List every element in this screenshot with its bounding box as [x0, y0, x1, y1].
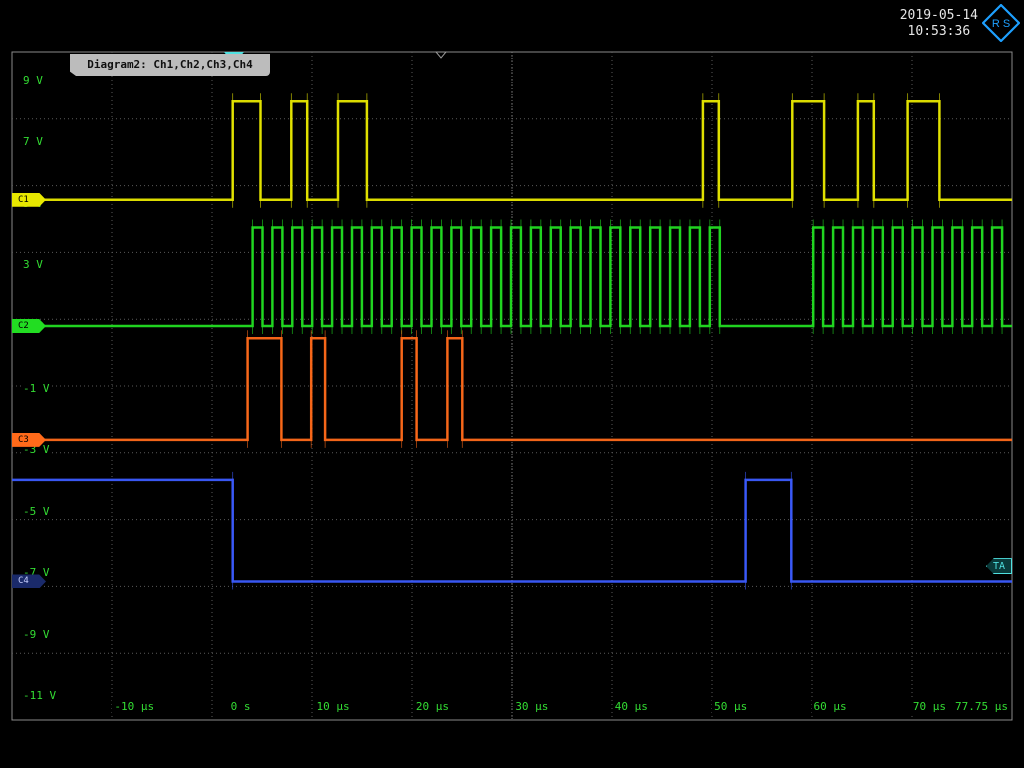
x-axis-label: 30 µs — [513, 700, 551, 713]
channel-marker-c1[interactable]: C1 — [12, 192, 46, 207]
y-axis-label: 9 V — [22, 73, 44, 87]
x-axis-label: 70 µs — [910, 700, 949, 713]
y-axis-label: -11 V — [22, 689, 58, 703]
diagram-tab[interactable]: Diagram2: Ch1,Ch2,Ch3,Ch4 — [70, 54, 270, 76]
x-axis-label: 77.75 µs — [953, 700, 1010, 713]
y-axis-label: -9 V — [22, 627, 51, 641]
x-axis-label: 10 µs — [314, 700, 352, 713]
x-axis-label: 50 µs — [712, 700, 750, 713]
x-axis-label: 20 µs — [413, 700, 452, 713]
channel-marker-c3[interactable]: C3 — [12, 432, 46, 447]
x-axis-label: 40 µs — [612, 700, 650, 713]
y-axis-label: -5 V — [22, 504, 51, 518]
channel-marker-c4[interactable]: C4 — [12, 574, 46, 589]
y-axis-label: 3 V — [22, 258, 44, 272]
waveform-display[interactable] — [0, 0, 1024, 768]
x-axis-label: 60 µs — [811, 700, 849, 713]
channel-marker-c2[interactable]: C2 — [12, 318, 46, 333]
y-axis-label: 7 V — [22, 135, 44, 149]
y-axis-label: -1 V — [22, 381, 51, 395]
x-axis-label: 0 s — [228, 700, 253, 713]
x-axis-label: -10 µs — [112, 700, 157, 713]
